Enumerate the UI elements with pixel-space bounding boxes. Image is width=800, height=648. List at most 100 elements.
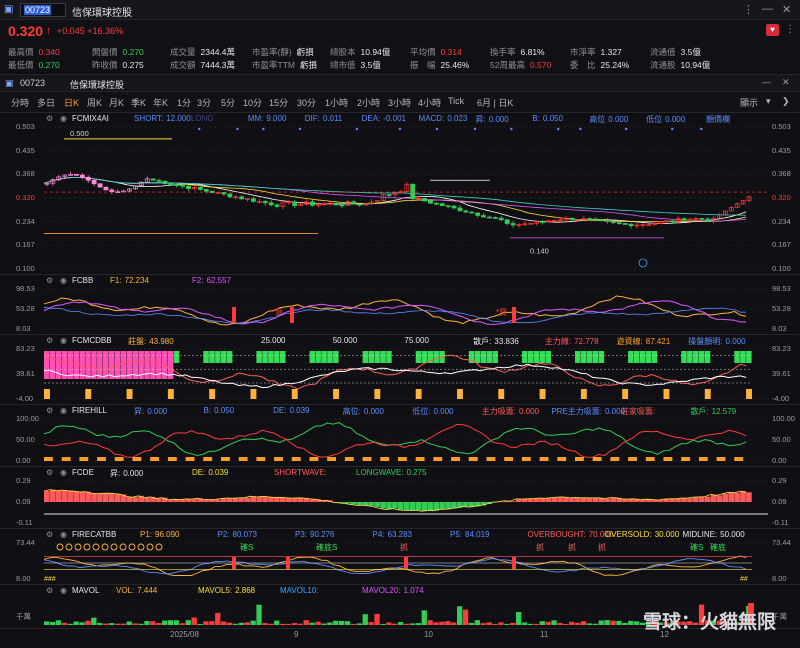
volume-bar [132, 623, 138, 625]
mc-base-bar [85, 389, 92, 399]
wave-bar [716, 495, 723, 502]
visibility-icon[interactable]: ◉ [60, 468, 67, 477]
catch-signal-bar [512, 557, 516, 569]
indicator-key: 主力吸籌: [481, 407, 516, 416]
volume-bar [569, 621, 575, 625]
visibility-icon[interactable]: ◉ [60, 276, 67, 285]
indicator-value: F1: 72.234 [110, 276, 149, 285]
indicator-key: 主力線: [544, 337, 572, 346]
display-dropdown-icon[interactable]: ▾ [766, 96, 771, 107]
menu-icon[interactable]: ⋮ [743, 3, 754, 16]
hash-marker: ## [740, 576, 748, 583]
visibility-icon[interactable]: ◉ [60, 530, 67, 539]
indicator-panel-fcmcdbb[interactable]: ◉ ⚙ FCMCDBB 莊盤: 43.980 25.000 50.000 75.000 散戶: 3… [0, 334, 800, 404]
y-axis-label: 39.61 [16, 369, 35, 378]
wave-bar [521, 498, 528, 502]
indicator-name: FCBB [72, 276, 94, 285]
period-tab[interactable]: Tick [448, 96, 464, 106]
signal-dot [671, 127, 674, 131]
volume-bar [539, 621, 545, 625]
more-icon[interactable]: ⋮ [785, 24, 795, 35]
mc-base-bar [746, 389, 752, 399]
period-tab[interactable]: 3小時 [388, 96, 411, 109]
window-title-bar: ▣ 00723 信保環球控股 ⋮ — ✕ [0, 0, 800, 20]
mc-bar [421, 351, 428, 363]
minimize-chart-icon[interactable]: — [762, 77, 771, 87]
settings-gear-icon[interactable]: ⚙ [46, 468, 53, 477]
period-tab[interactable]: 年K [153, 96, 168, 109]
indicator-panel-firecatbb[interactable]: 確S 確底S 抓抓抓抓確S 確底 ### ## ◉ ⚙ FIRECATBB P1: 96.090 P2… [0, 528, 800, 584]
settings-gear-icon[interactable]: ⚙ [46, 406, 53, 415]
period-tab[interactable]: 5分 [221, 96, 235, 109]
visibility-icon[interactable]: ◉ [60, 336, 67, 345]
scroll-right-icon[interactable]: ❯ [782, 96, 790, 107]
period-tab[interactable]: 4小時 [418, 96, 441, 109]
indicator-key: 散戶: [690, 407, 709, 416]
buy-signal-bar [290, 307, 294, 323]
candle-body [699, 218, 705, 220]
volume-bar [79, 622, 85, 625]
indicator-number: 50.000 [332, 336, 358, 345]
period-tab[interactable]: 1分 [177, 96, 191, 109]
period-tab[interactable]: 2小時 [357, 96, 380, 109]
settings-gear-icon[interactable]: ⚙ [46, 336, 53, 345]
period-tab[interactable]: 1小時 [325, 96, 348, 109]
visibility-icon[interactable]: ◉ [60, 114, 67, 123]
settings-gear-icon[interactable]: ⚙ [46, 586, 53, 595]
period-tab[interactable]: 分時 [11, 96, 29, 109]
period-tab[interactable]: 6月 | 日K [477, 96, 513, 109]
minimize-icon[interactable]: — [762, 3, 773, 15]
period-tab[interactable]: 季K [131, 96, 146, 109]
signal-circle [119, 543, 127, 551]
up-arrow-icon: ↑ [46, 25, 52, 37]
volume-bar [49, 621, 56, 625]
candle-body [498, 217, 504, 221]
period-tab[interactable]: 15分 [269, 96, 288, 109]
y-axis-label: 0.09 [16, 497, 31, 506]
period-tab[interactable]: 多日 [37, 96, 55, 109]
settings-gear-icon[interactable]: ⚙ [46, 530, 53, 539]
volume-bar [634, 621, 640, 625]
settings-gear-icon[interactable]: ⚙ [46, 276, 53, 285]
period-tab[interactable]: 日K [64, 96, 79, 109]
indicator-panel-fcde[interactable]: ◉ ⚙ FCDE 昇: 0.000 DE: 0.039 SHORTWAVE: LONGWAVE:… [0, 466, 800, 528]
indicator-panel-firehill[interactable]: ◉ ⚙ FIREHILL 昇: 0.000 B: 0.050 DE: 0.039 高位: 0.000… [0, 404, 800, 466]
mc-bar [687, 351, 693, 363]
y-axis-label: 8.00 [772, 574, 787, 583]
period-tab[interactable]: 10分 [243, 96, 262, 109]
indicator-panel-main[interactable]: 0.500 0.140 ◉ ⚙ FCMIX4AI SHORT: 12.000 LONG MM: 9… [0, 112, 800, 274]
accumulation-bar [79, 457, 89, 461]
panel-header: ◉ ⚙ FIREHILL 昇: 0.000 B: 0.050 DE: 0.039 高位: 0.000… [0, 405, 800, 417]
stock-code-input[interactable]: 00723 [20, 3, 66, 17]
accumulation-bar [592, 457, 602, 461]
close-icon[interactable]: ✕ [782, 3, 791, 16]
wave-bar [226, 497, 233, 502]
visibility-icon[interactable]: ◉ [60, 586, 67, 595]
mc-bar [362, 351, 369, 363]
stock-name: 信保環球控股 [72, 8, 132, 19]
period-tab[interactable]: 3分 [197, 96, 211, 109]
favorite-heart-icon[interactable]: ♥ [766, 24, 779, 36]
wave-bar [274, 497, 280, 502]
indicator-key: 昇: [134, 407, 145, 416]
volume-bar [44, 621, 50, 625]
indicator-panel-fcbb[interactable]: *買 *買 ◉ ⚙ FCBB F1: 72.234 F2: 62.557 98.53 98.53 53… [0, 274, 800, 334]
mc-bar [580, 351, 587, 363]
period-tab[interactable]: 月K [109, 96, 124, 109]
visibility-icon[interactable]: ◉ [60, 406, 67, 415]
volume-bar [173, 620, 180, 625]
wave-bar [244, 497, 251, 502]
period-tab[interactable]: 周K [87, 96, 102, 109]
wave-bar [604, 498, 611, 502]
close-chart-icon[interactable]: ✕ [782, 77, 790, 88]
display-menu[interactable]: 顯示 [740, 96, 758, 109]
mc-base-bar [333, 389, 339, 399]
candle-body [616, 222, 622, 224]
quote-field-label: 市盈率(靜) [252, 47, 292, 57]
period-tab[interactable]: 30分 [297, 96, 316, 109]
settings-gear-icon[interactable]: ⚙ [46, 114, 53, 123]
candle-body [274, 204, 280, 207]
indicator-number: 72.234 [124, 276, 150, 285]
price-change: +0.045 +16.36% [57, 26, 124, 36]
indicator-number: 0.000 [433, 407, 454, 416]
